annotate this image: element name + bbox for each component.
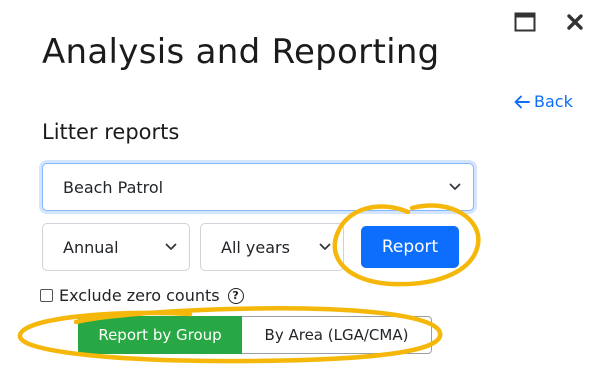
back-label: Back: [534, 92, 573, 111]
maximize-button[interactable]: [514, 10, 536, 34]
grouping-toggle: Report by Group By Area (LGA/CMA): [78, 316, 432, 354]
maximize-icon: [514, 12, 536, 32]
exclude-zero-checkbox[interactable]: [40, 289, 53, 302]
report-button[interactable]: Report: [361, 226, 459, 268]
report-type-value: Beach Patrol: [63, 177, 164, 197]
page-title: Analysis and Reporting: [42, 32, 440, 72]
close-button[interactable]: [563, 10, 587, 34]
arrow-left-icon: [514, 95, 530, 108]
exclude-zero-label: Exclude zero counts: [59, 286, 220, 305]
report-type-select[interactable]: Beach Patrol: [42, 163, 474, 211]
back-link[interactable]: Back: [514, 92, 573, 111]
chevron-down-icon: [165, 243, 177, 250]
section-title: Litter reports: [42, 120, 180, 144]
years-value: All years: [221, 237, 290, 257]
report-by-group-button[interactable]: Report by Group: [78, 316, 242, 354]
years-select[interactable]: All years: [200, 223, 344, 271]
chevron-down-icon: [319, 243, 331, 250]
period-select[interactable]: Annual: [42, 223, 190, 271]
exclude-zero-option: Exclude zero counts ?: [40, 286, 244, 305]
question-circle-icon[interactable]: ?: [227, 287, 244, 304]
by-area-button[interactable]: By Area (LGA/CMA): [242, 316, 432, 354]
chevron-down-icon: [449, 183, 461, 190]
close-icon: [567, 14, 583, 30]
period-value: Annual: [63, 237, 119, 257]
